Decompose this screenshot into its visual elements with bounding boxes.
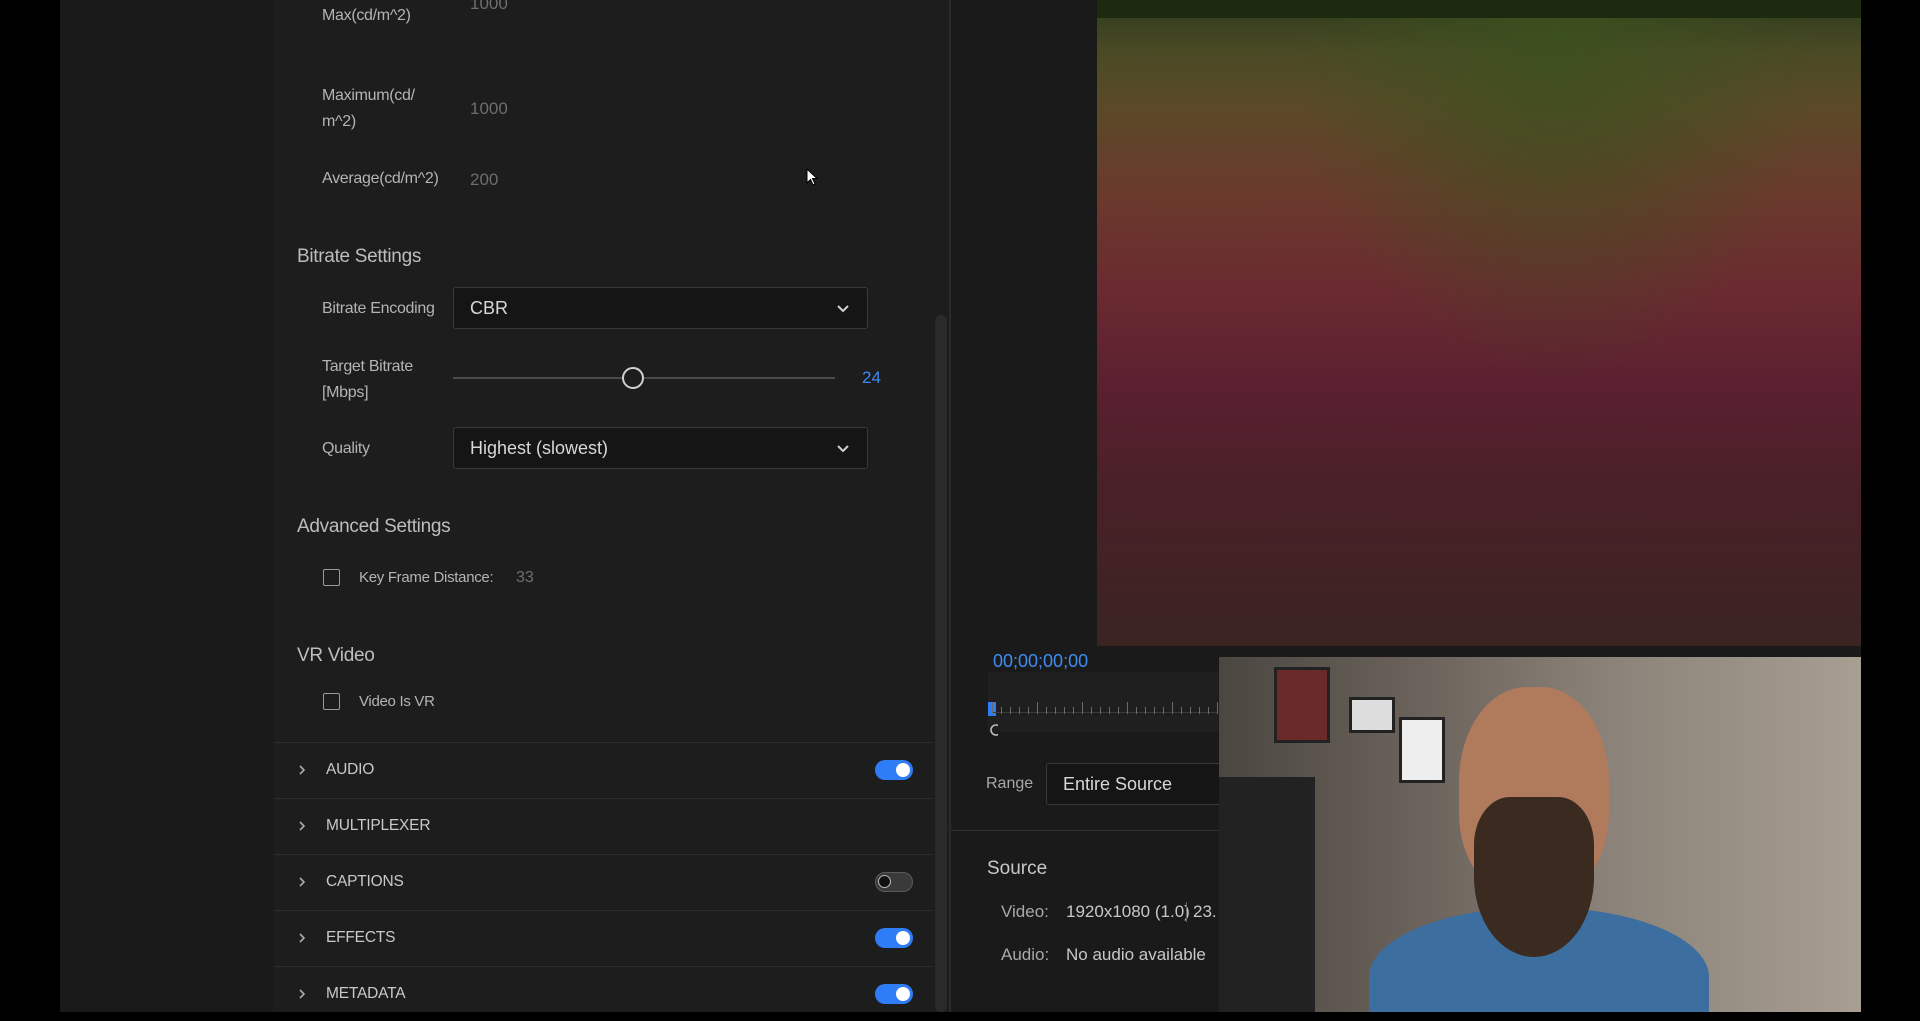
target-bitrate-value[interactable]: 24 xyxy=(862,368,881,388)
bitrate-encoding-label: Bitrate Encoding xyxy=(322,300,435,317)
maximum-luminance-value[interactable]: 1000 xyxy=(470,99,508,119)
chevron-right-icon xyxy=(299,877,306,887)
settings-scrollbar[interactable] xyxy=(935,315,947,1012)
source-audio-label: Audio: xyxy=(1001,945,1050,964)
accordion-audio[interactable]: AUDIO xyxy=(274,742,933,797)
average-luminance-label: Average(cd/m^2) xyxy=(322,170,439,187)
accordion-audio-label: AUDIO xyxy=(326,761,375,778)
bitrate-encoding-value: CBR xyxy=(470,297,509,318)
timeline-tick xyxy=(1217,702,1218,714)
timeline-tick xyxy=(992,702,993,714)
timeline-tick xyxy=(1055,707,1056,714)
accordion-metadata-label: METADATA xyxy=(326,985,406,1002)
timeline-tick xyxy=(1001,707,1002,714)
timeline-tick xyxy=(1154,707,1155,714)
max-luminance-label: Max(cd/m^2) xyxy=(322,7,411,24)
source-video-framerate: 23. xyxy=(1186,902,1217,922)
timeline-tick xyxy=(1136,707,1137,714)
max-luminance-value[interactable]: 1000 xyxy=(470,0,508,14)
timeline-tick xyxy=(1082,702,1083,714)
quality-dropdown[interactable]: Highest (slowest) xyxy=(453,427,868,469)
chevron-right-icon xyxy=(299,821,306,831)
timeline-tick xyxy=(1172,702,1173,714)
wall-frame xyxy=(1274,667,1330,743)
preview-timeline[interactable] xyxy=(988,672,1218,732)
advanced-settings-heading: Advanced Settings xyxy=(297,516,451,537)
divider xyxy=(951,830,1219,831)
maximum-luminance-label: Maximum(cd/ m^2) xyxy=(322,87,415,130)
wall-frame xyxy=(1399,717,1445,783)
chevron-right-icon xyxy=(299,989,306,999)
timeline-tick xyxy=(1163,707,1164,714)
timeline-ticks xyxy=(992,702,1218,714)
webcam-overlay xyxy=(1219,657,1861,1012)
wall-frame xyxy=(1349,697,1395,733)
timeline-tick xyxy=(1118,707,1119,714)
timeline-tick xyxy=(1100,707,1101,714)
mouse-cursor-icon xyxy=(806,168,819,186)
accordion-effects-label: EFFECTS xyxy=(326,929,396,946)
chevron-down-icon xyxy=(837,305,849,313)
range-value: Entire Source xyxy=(1063,773,1173,794)
target-bitrate-label: Target Bitrate [Mbps] xyxy=(322,358,413,401)
video-is-vr-checkbox[interactable] xyxy=(323,693,340,710)
timeline-tick xyxy=(1037,702,1038,714)
timeline-tick xyxy=(1073,707,1074,714)
source-audio-value: No audio available xyxy=(1066,945,1206,964)
video-preview xyxy=(1097,0,1861,646)
target-bitrate-slider-thumb[interactable] xyxy=(621,367,644,389)
timeline-tick xyxy=(1091,707,1092,714)
accordion-effects[interactable]: EFFECTS xyxy=(274,910,933,965)
audio-toggle[interactable] xyxy=(875,760,913,780)
accordion-captions-label: CAPTIONS xyxy=(326,873,404,890)
timeline-tick xyxy=(1145,707,1146,714)
metadata-toggle[interactable] xyxy=(875,984,913,1004)
quality-label: Quality xyxy=(322,440,370,457)
timeline-tick xyxy=(1127,702,1128,714)
vr-video-heading: VR Video xyxy=(297,645,375,666)
timeline-tick xyxy=(1109,707,1110,714)
bitrate-settings-heading: Bitrate Settings xyxy=(297,246,422,267)
video-is-vr-label: Video Is VR xyxy=(359,693,435,710)
timeline-tick xyxy=(1010,707,1011,714)
target-bitrate-slider-track[interactable] xyxy=(453,377,835,379)
range-dropdown[interactable]: Entire Source xyxy=(1046,763,1246,805)
timeline-tick xyxy=(1181,707,1182,714)
source-video-label: Video: xyxy=(1001,902,1049,921)
accordion-multiplexer-label: MULTIPLEXER xyxy=(326,817,431,834)
captions-toggle[interactable] xyxy=(875,872,913,892)
timeline-tick xyxy=(1190,707,1191,714)
timeline-tick xyxy=(1019,707,1020,714)
timeline-tick xyxy=(1046,707,1047,714)
quality-value: Highest (slowest) xyxy=(470,437,609,458)
effects-toggle[interactable] xyxy=(875,928,913,948)
source-video-value: 1920x1080 (1.0) xyxy=(1066,902,1190,921)
timeline-tick xyxy=(1028,707,1029,714)
source-heading: Source xyxy=(987,858,1048,879)
key-frame-distance-checkbox[interactable] xyxy=(323,569,340,586)
accordion-multiplexer[interactable]: MULTIPLEXER xyxy=(274,798,933,853)
key-frame-distance-label: Key Frame Distance: xyxy=(359,569,494,586)
chevron-down-icon xyxy=(837,445,849,453)
average-luminance-value[interactable]: 200 xyxy=(470,170,498,190)
person-beard xyxy=(1474,797,1594,957)
timecode-display[interactable]: 00;00;00;00 xyxy=(993,651,1088,672)
chevron-right-icon xyxy=(299,933,306,943)
accordion-metadata[interactable]: METADATA xyxy=(274,966,933,1021)
range-label: Range xyxy=(986,775,1034,792)
key-frame-distance-value[interactable]: 33 xyxy=(516,569,534,587)
accordion-captions[interactable]: CAPTIONS xyxy=(274,854,933,909)
tv-stand xyxy=(1219,777,1315,1012)
left-sidebar-background xyxy=(60,0,274,1012)
chevron-right-icon xyxy=(299,765,306,775)
bitrate-encoding-dropdown[interactable]: CBR xyxy=(453,287,868,329)
timeline-tick xyxy=(1064,707,1065,714)
timeline-tick xyxy=(1208,707,1209,714)
timeline-tick xyxy=(1199,707,1200,714)
